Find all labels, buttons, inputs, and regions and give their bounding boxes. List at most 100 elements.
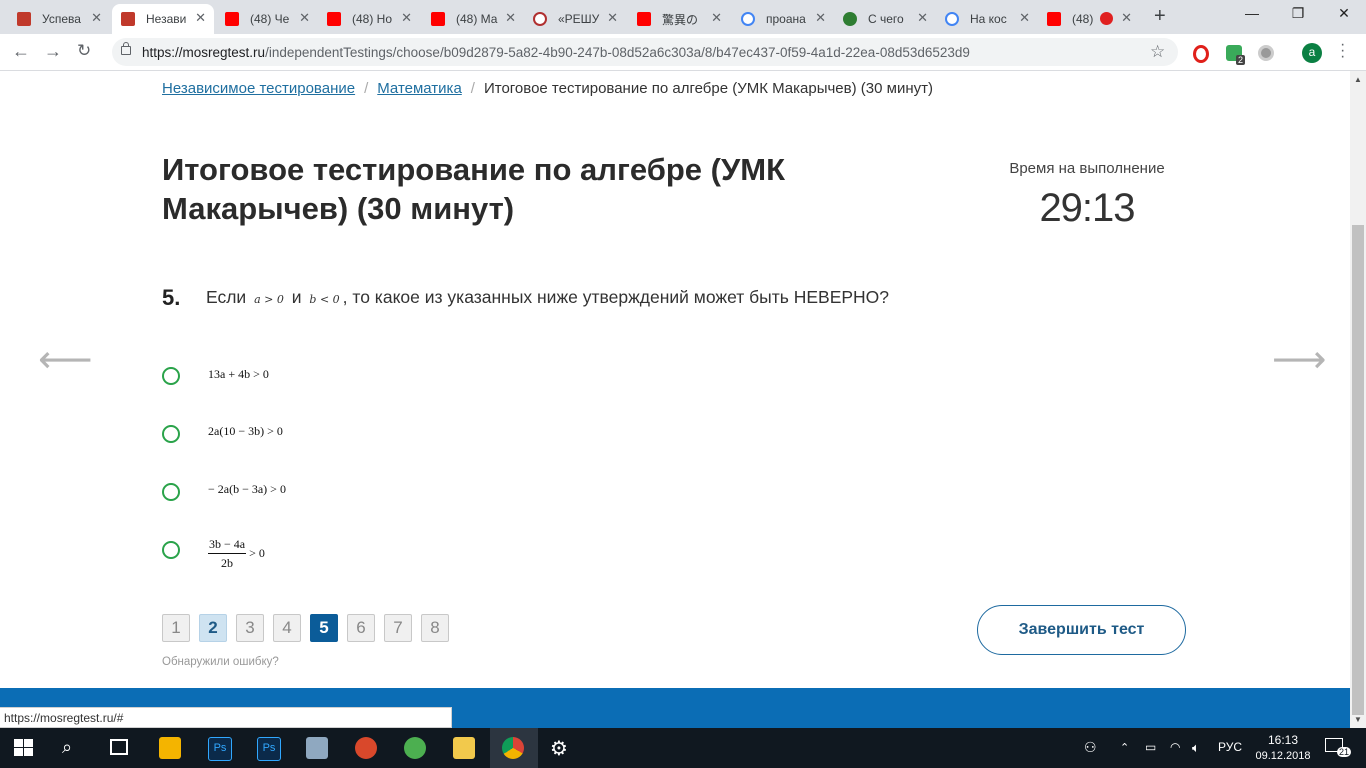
tab-title: (48) bbox=[1072, 12, 1094, 26]
tab-title: 驚異の bbox=[662, 12, 699, 27]
clock-date[interactable]: 09.12.2018 bbox=[1253, 750, 1313, 762]
answer-option[interactable]: − 2a(b − 3a) > 0 bbox=[208, 482, 286, 497]
scroll-up-icon[interactable]: ▲ bbox=[1354, 75, 1362, 84]
browser-tab-active[interactable]: Незави ✕ bbox=[112, 4, 214, 34]
site-icon bbox=[533, 12, 547, 26]
scroll-down-icon[interactable]: ▼ bbox=[1354, 715, 1362, 724]
browser-tab[interactable]: (48) ✕ bbox=[1038, 4, 1140, 34]
ccleaner-icon[interactable] bbox=[355, 737, 377, 759]
wifi-icon[interactable]: ◠ bbox=[1170, 740, 1180, 754]
close-window-icon[interactable]: ✕ bbox=[1332, 5, 1356, 22]
photoshop-icon[interactable]: Ps bbox=[257, 737, 281, 761]
site-icon bbox=[121, 12, 135, 26]
answer-radio[interactable] bbox=[162, 367, 180, 385]
minimize-icon[interactable]: — bbox=[1240, 5, 1264, 21]
bookmark-star-icon[interactable]: ☆ bbox=[1150, 42, 1165, 62]
menu-icon[interactable]: · · · bbox=[1340, 37, 1345, 65]
profile-avatar[interactable]: a bbox=[1302, 43, 1322, 63]
answer-option[interactable]: 2a(10 − 3b) > 0 bbox=[208, 424, 283, 439]
volume-icon[interactable]: 🔈︎ bbox=[1192, 740, 1200, 756]
breadcrumb-home-link[interactable]: Независимое тестирование bbox=[162, 80, 355, 97]
extension-badge: 2 bbox=[1236, 55, 1246, 65]
settings-gear-icon[interactable]: ⚙ bbox=[550, 736, 568, 761]
page-button-current[interactable]: 5 bbox=[310, 614, 338, 642]
scrollbar-thumb[interactable] bbox=[1352, 225, 1364, 715]
close-icon[interactable]: ✕ bbox=[299, 10, 310, 26]
page-button[interactable]: 7 bbox=[384, 614, 412, 642]
answer-radio[interactable] bbox=[162, 425, 180, 443]
close-icon[interactable]: ✕ bbox=[91, 10, 102, 26]
breadcrumb-section-link[interactable]: Математика bbox=[377, 80, 462, 97]
close-icon[interactable]: ✕ bbox=[195, 10, 206, 26]
tab-title: С чего bbox=[868, 12, 904, 26]
browser-tab[interactable]: (48) Че ✕ bbox=[216, 4, 318, 34]
browser-tab[interactable]: С чего ✕ bbox=[834, 4, 936, 34]
browser-tab[interactable]: На кос ✕ bbox=[936, 4, 1038, 34]
chrome-icon[interactable] bbox=[502, 737, 524, 759]
prev-question-arrow[interactable]: ⟵ bbox=[38, 337, 92, 382]
close-icon[interactable]: ✕ bbox=[401, 10, 412, 26]
page-button[interactable]: 1 bbox=[162, 614, 190, 642]
url-text[interactable]: https://mosregtest.ru/independentTesting… bbox=[142, 45, 970, 60]
back-icon[interactable]: ← bbox=[12, 41, 30, 62]
fraction: 3b − 4a 2b bbox=[208, 537, 247, 571]
answer-option[interactable]: 3b − 4a 2b > 0 bbox=[208, 537, 265, 571]
page-button[interactable]: 6 bbox=[347, 614, 375, 642]
app-icon[interactable] bbox=[306, 737, 328, 759]
utorrent-icon[interactable] bbox=[404, 737, 426, 759]
browser-tab[interactable]: проана ✕ bbox=[732, 4, 834, 34]
close-icon[interactable]: ✕ bbox=[505, 10, 516, 26]
folder-icon[interactable] bbox=[453, 737, 475, 759]
timer-value: 29:13 bbox=[1039, 186, 1135, 230]
answer-option-tail: > 0 bbox=[246, 545, 265, 560]
taskbar bbox=[0, 728, 1366, 768]
close-icon[interactable]: ✕ bbox=[1019, 10, 1030, 26]
language-indicator[interactable]: РУС bbox=[1218, 740, 1242, 754]
windows-start-icon[interactable] bbox=[14, 738, 34, 758]
finish-test-button[interactable]: Завершить тест bbox=[977, 605, 1186, 655]
close-icon[interactable]: ✕ bbox=[815, 10, 826, 26]
answer-option[interactable]: 13a + 4b > 0 bbox=[208, 367, 269, 382]
question-text-part: и bbox=[291, 287, 302, 307]
report-error-link[interactable]: Обнаружили ошибку? bbox=[162, 656, 279, 668]
youtube-icon bbox=[637, 12, 651, 26]
clock-time[interactable]: 16:13 bbox=[1260, 733, 1306, 747]
extension-icon[interactable] bbox=[1258, 45, 1274, 61]
question-text-part: Если bbox=[206, 287, 247, 307]
store-icon[interactable] bbox=[159, 737, 181, 759]
answer-radio[interactable] bbox=[162, 541, 180, 559]
notifications-count: 21 bbox=[1337, 747, 1352, 757]
breadcrumb: Независимое тестирование / Математика / Итог… bbox=[162, 80, 933, 97]
reload-icon[interactable]: ↻ bbox=[77, 41, 91, 61]
close-icon[interactable]: ✕ bbox=[711, 10, 722, 26]
forward-icon[interactable]: → bbox=[44, 41, 62, 62]
battery-icon[interactable]: ▭ bbox=[1145, 740, 1156, 754]
page-button[interactable]: 8 bbox=[421, 614, 449, 642]
close-icon[interactable]: ✕ bbox=[917, 10, 928, 26]
fraction-numerator: 3b − 4a bbox=[208, 537, 247, 554]
tab-title: «РЕШУ bbox=[558, 12, 600, 26]
opera-extension-icon[interactable] bbox=[1193, 45, 1209, 63]
browser-tab[interactable]: 驚異の ✕ bbox=[628, 4, 730, 34]
tab-title: (48) Но bbox=[352, 12, 393, 26]
answer-radio[interactable] bbox=[162, 483, 180, 501]
timer-label: Время на выполнение bbox=[1009, 160, 1165, 177]
close-icon[interactable]: ✕ bbox=[1121, 10, 1132, 26]
page-button[interactable]: 2 bbox=[199, 614, 227, 642]
browser-tab[interactable]: (48) Но ✕ bbox=[318, 4, 420, 34]
browser-tab[interactable]: (48) Ма ✕ bbox=[422, 4, 524, 34]
page-button[interactable]: 4 bbox=[273, 614, 301, 642]
new-tab-button[interactable]: + bbox=[1154, 5, 1166, 28]
next-question-arrow[interactable]: ⟶ bbox=[1272, 337, 1326, 382]
browser-tab[interactable]: Успева ✕ bbox=[8, 4, 110, 34]
people-icon[interactable]: ⚇ bbox=[1084, 739, 1097, 756]
chevron-up-icon[interactable]: ⌃ bbox=[1120, 741, 1129, 754]
task-view-icon[interactable] bbox=[110, 739, 128, 755]
youtube-icon bbox=[1047, 12, 1061, 26]
search-icon[interactable]: ⌕ bbox=[62, 737, 72, 758]
browser-tab[interactable]: «РЕШУ ✕ bbox=[524, 4, 626, 34]
close-icon[interactable]: ✕ bbox=[607, 10, 618, 26]
photoshop-icon[interactable]: Ps bbox=[208, 737, 232, 761]
page-button[interactable]: 3 bbox=[236, 614, 264, 642]
restore-icon[interactable]: ❐ bbox=[1286, 5, 1310, 22]
